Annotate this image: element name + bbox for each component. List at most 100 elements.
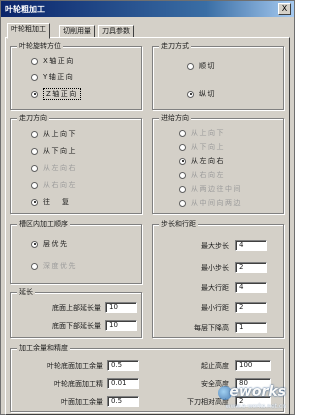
start-end-height-input[interactable]: 100 [235,360,271,371]
radio-icon [179,129,186,137]
radio-label: Z轴正向 [43,88,81,100]
radio-approach-top-down: 从上向下 [179,128,225,138]
radio-icon [31,164,38,172]
radio-label: 往复 [43,198,81,206]
group-rotation-axis: 叶轮旋转方位 X轴正向 Y轴正向 Z轴正向 [10,42,142,110]
radio-label: 从上向下 [191,129,225,137]
radio-icon [179,171,186,179]
upper-extension-input[interactable]: 10 [105,302,137,313]
group-machining-order: 槽区内加工顺序 层优先 深度优先 [10,220,142,284]
group-approach-direction-title: 进给方向 [159,114,191,123]
group-path-direction-title: 走刀方向 [17,114,49,123]
field-label: 起止高度 [201,362,229,370]
group-step-spacing: 步长和行距 最大步长 4 最小步长 2 最大行距 4 最小行距 2 每层下降高 … [152,220,284,338]
field-label: 叶轮底面加工精 [54,380,103,388]
min-step-input[interactable]: 2 [235,262,267,273]
radio-label: 从下向上 [43,147,77,155]
field-label: 下刀相对高度 [187,398,229,406]
radio-z-axis[interactable]: Z轴正向 [31,88,81,100]
radio-icon [31,130,38,138]
bottom-precision-input[interactable]: 0.01 [107,378,139,389]
radio-approach-left-right[interactable]: 从左向右 [179,156,225,166]
group-approach-direction: 进给方向 从上向下 从下向上 从左向右 从右向左 从两边往中间 从中间向两边 [152,114,284,214]
radio-label: 从左向右 [191,157,225,165]
dialog-window: 叶轮粗加工 X 叶轮粗加工 切削用量 刀具参数 叶轮旋转方位 X轴正向 Y轴正向… [0,0,295,415]
field-label: 每层下降高 [194,324,229,332]
field-label: 叶面加工余量 [61,398,103,406]
radio-icon [31,57,38,65]
radio-path-top-down[interactable]: 从上向下 [31,129,77,139]
tab-impeller-rough[interactable]: 叶轮粗加工 [7,23,50,39]
radio-label: 从右向左 [43,181,77,189]
radio-label: 从左向右 [43,164,77,172]
radio-label: 纵切 [199,90,216,98]
radio-approach-bottom-up: 从下向上 [179,142,225,152]
group-extension-title: 延长 [17,288,35,297]
close-button[interactable]: X [278,3,291,15]
radio-label: 从下向上 [191,143,225,151]
group-rotation-axis-title: 叶轮旋转方位 [17,42,63,51]
lower-extension-input[interactable]: 10 [105,320,137,331]
radio-selected-icon [31,198,38,206]
radio-icon [179,143,186,151]
radio-icon [179,185,186,193]
radio-selected-icon [187,90,194,98]
max-step-input[interactable]: 4 [235,240,267,251]
radio-selected-icon [31,90,38,98]
title-bar[interactable]: 叶轮粗加工 X [1,1,294,17]
radio-label: 从右向左 [191,171,225,179]
radio-path-left-right: 从左向右 [31,163,77,173]
radio-selected-icon [179,157,186,165]
radio-path-zigzag[interactable]: 往复 [31,197,81,207]
min-spacing-input[interactable]: 2 [235,302,267,313]
watermark-subtext: www.e-works.net.cn [225,403,286,410]
radio-label: 从两边往中间 [191,185,242,193]
radio-label: 从中间向两边 [191,199,242,207]
field-label: 底面下部延长量 [52,322,101,330]
radio-label: Y轴正向 [43,73,75,81]
radio-icon [31,181,38,189]
radio-icon [187,62,194,70]
field-label: 最小步长 [201,264,229,272]
field-label: 最大行距 [201,284,229,292]
blade-allowance-input[interactable]: 0.5 [107,396,139,407]
group-cut-mode-title: 走刀方式 [159,42,191,51]
radio-icon [179,199,186,207]
group-step-spacing-title: 步长和行距 [159,220,198,229]
radio-label: 从上向下 [43,130,77,138]
radio-depth-first: 深度优先 [31,261,77,271]
radio-icon [31,262,38,270]
radio-path-bottom-up[interactable]: 从下向上 [31,146,77,156]
group-allowance-precision-title: 加工余量和精度 [17,344,70,353]
radio-layer-first[interactable]: 层优先 [31,239,69,249]
radio-label: 深度优先 [43,262,77,270]
max-spacing-input[interactable]: 4 [235,282,267,293]
group-extension: 延长 底面上部延长量 10 底面下部延长量 10 [10,288,142,338]
group-path-direction: 走刀方向 从上向下 从下向上 从左向右 从右向左 往复 [10,114,142,214]
group-machining-order-title: 槽区内加工顺序 [17,220,70,229]
bottom-allowance-input[interactable]: 0.5 [107,360,139,371]
window-title: 叶轮粗加工 [5,5,45,14]
radio-approach-right-left: 从右向左 [179,170,225,180]
tab-panel: 叶轮旋转方位 X轴正向 Y轴正向 Z轴正向 走刀方式 顺切 纵切 走刀方向 从上… [5,37,290,415]
radio-selected-icon [31,240,38,248]
field-label: 叶轮底面加工余量 [47,362,103,370]
field-label: 底面上部延长量 [52,304,101,312]
radio-label: 顺切 [199,62,216,70]
group-cut-mode: 走刀方式 顺切 纵切 [152,42,284,110]
radio-longitudinal-cut[interactable]: 纵切 [187,89,216,99]
radio-icon [31,147,38,155]
watermark-text: eworks [229,384,286,400]
field-label: 最大步长 [201,242,229,250]
radio-label: 层优先 [43,240,69,248]
radio-label: X轴正向 [43,57,75,65]
layer-drop-input[interactable]: 1 [235,322,267,333]
radio-y-axis[interactable]: Y轴正向 [31,72,74,82]
radio-x-axis[interactable]: X轴正向 [31,56,75,66]
radio-approach-sides-to-middle: 从两边往中间 [179,184,242,194]
radio-icon [31,73,38,81]
field-label: 最小行距 [201,304,229,312]
radio-path-right-left: 从右向左 [31,180,77,190]
radio-approach-middle-to-sides: 从中间向两边 [179,198,242,208]
radio-climb-cut[interactable]: 顺切 [187,61,216,71]
